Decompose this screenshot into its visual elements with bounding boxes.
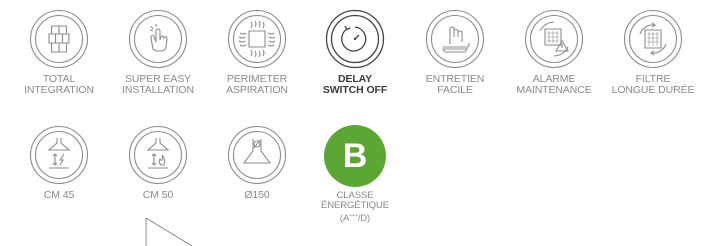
filter-cycle-icon (623, 9, 683, 69)
delay-timer-icon (325, 9, 385, 69)
feature-label: ENTRETIEN FACILE (425, 73, 485, 96)
hood-height-50-icon (128, 125, 188, 185)
feature-perimeter-aspiration: PERIMETER ASPIRATION (207, 9, 307, 96)
feature-label: PERIMETER ASPIRATION (226, 73, 288, 96)
energy-grade: B (342, 137, 368, 175)
feature-super-easy-installation: SUPER EASY INSTALLATION (108, 9, 208, 96)
feature-cm-45: CM 45 (9, 125, 109, 201)
feature-total-integration: TOTAL INTEGRATION (9, 9, 109, 96)
corner-triangle-decoration (140, 216, 200, 246)
feature-label: FILTRE LONGUE DURÉE (611, 73, 695, 96)
feature-label: CM 50 (142, 189, 174, 201)
feature-diameter-150: Ø150 (207, 125, 307, 201)
feature-delay-switch-off: DELAY SWITCH OFF (305, 9, 405, 96)
duct-diameter-icon (227, 125, 287, 185)
perimeter-aspiration-icon (227, 9, 287, 69)
feature-label: TOTAL INTEGRATION (24, 73, 94, 96)
feature-filtre-longue-duree: FILTRE LONGUE DURÉE (603, 9, 701, 96)
feature-alarme-maintenance: ALARME MAINTENANCE (504, 9, 604, 96)
hand-cleaning-icon (425, 9, 485, 69)
feature-label: CM 45 (43, 189, 75, 201)
hood-height-45-icon (29, 125, 89, 185)
energy-class-badge: B (324, 125, 386, 187)
filter-alarm-icon (524, 9, 584, 69)
feature-cm-50: CM 50 (108, 125, 208, 201)
feature-label: SUPER EASY INSTALLATION (122, 73, 194, 96)
energy-class-label: CLASSE ÉNERGÉTIQUE (A+++/D) (320, 190, 390, 225)
feature-label: Ø150 (244, 189, 270, 201)
grid-icon (29, 9, 89, 69)
feature-label: ALARME MAINTENANCE (516, 73, 592, 96)
feature-label: DELAY SWITCH OFF (322, 73, 388, 96)
feature-entretien-facile: ENTRETIEN FACILE (405, 9, 505, 96)
hand-tap-icon (128, 9, 188, 69)
energy-class: B CLASSE ÉNERGÉTIQUE (A+++/D) (305, 125, 405, 224)
